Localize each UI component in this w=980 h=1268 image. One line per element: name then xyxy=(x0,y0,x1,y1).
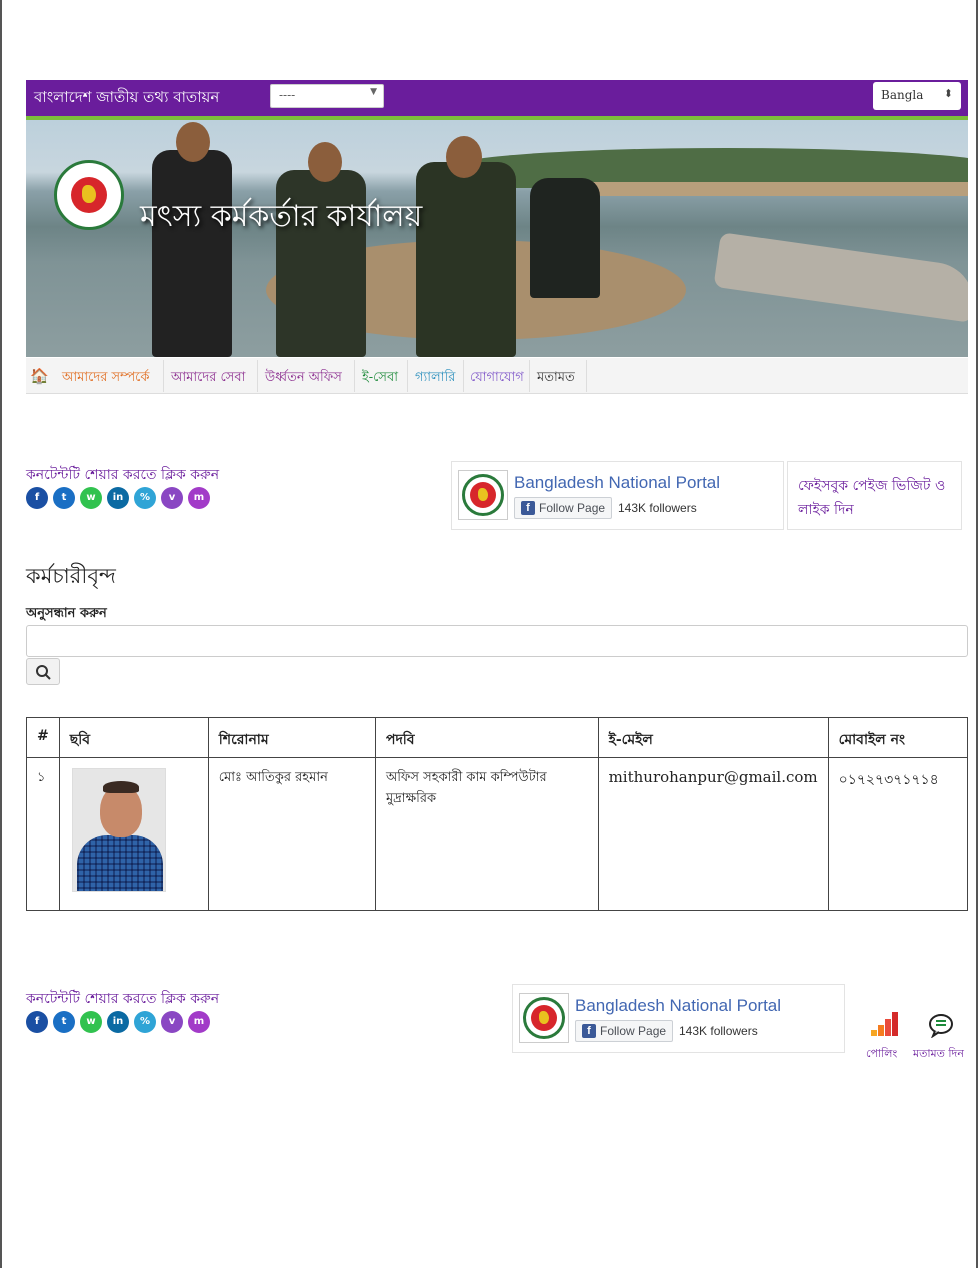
viber-icon[interactable]: v xyxy=(161,1011,183,1033)
poll-link[interactable]: পোলিং xyxy=(866,1045,897,1064)
followers-count: 143K followers xyxy=(618,501,697,515)
chevron-down-icon: ▼ xyxy=(370,87,377,97)
row-designation: অফিস সহকারী কাম কম্পিউটার মুদ্রাক্ষরিক xyxy=(374,757,599,911)
row-email[interactable]: mithurohanpur@gmail.com xyxy=(597,757,829,911)
table-header-row: # ছবি শিরোনাম পদবি ই-মেইল মোবাইল নং xyxy=(26,717,969,758)
portal-logo xyxy=(458,470,508,520)
home-icon[interactable]: 🏠 xyxy=(30,367,49,385)
government-emblem-logo xyxy=(54,160,124,230)
column-header-email: ই-মেইল xyxy=(597,717,829,758)
column-header-mobile: মোবাইল নং xyxy=(827,717,969,758)
nav-item-services[interactable]: আমাদের সেবা xyxy=(171,358,245,394)
row-photo-cell xyxy=(58,757,209,911)
language-select[interactable]: Bangla ⬍ xyxy=(873,82,961,110)
twitter-icon[interactable]: t xyxy=(53,1011,75,1033)
window-border-left xyxy=(0,0,2,1268)
column-header-designation: পদবি xyxy=(374,717,599,758)
window-border-right xyxy=(976,0,978,1268)
portal-site-select[interactable]: ---- ▼ xyxy=(270,84,384,108)
facebook-page-name-bottom[interactable]: Bangladesh National Portal xyxy=(575,996,781,1016)
nav-item-higher-office[interactable]: উর্ধ্বতন অফিস xyxy=(265,358,342,394)
viber-icon[interactable]: v xyxy=(161,487,183,509)
feedback-link[interactable]: মতামত দিন xyxy=(913,1045,964,1064)
nav-item-about[interactable]: আমাদের সম্পর্কে xyxy=(62,358,149,394)
staff-photo[interactable] xyxy=(71,768,166,892)
messenger-icon[interactable]: m xyxy=(188,1011,210,1033)
facebook-icon: f xyxy=(582,1024,596,1038)
column-header-photo: ছবি xyxy=(58,717,209,758)
column-header-name: শিরোনাম xyxy=(207,717,376,758)
facebook-page-name[interactable]: Bangladesh National Portal xyxy=(514,473,720,493)
follow-page-button[interactable]: f Follow Page xyxy=(514,497,613,519)
messenger-icon[interactable]: m xyxy=(188,487,210,509)
whatsapp-icon[interactable]: w xyxy=(80,1011,102,1033)
row-mobile: ০১৭২৭৩৭১৭১৪ xyxy=(827,757,969,911)
office-title: মৎস্য কর্মকর্তার কার্যালয় xyxy=(140,199,423,234)
facebook-icon: f xyxy=(521,501,535,515)
portal-select-value: ---- xyxy=(279,88,296,102)
nav-item-e-service[interactable]: ই-সেবা xyxy=(362,358,398,394)
search-icon xyxy=(36,665,51,680)
select-arrows-icon: ⬍ xyxy=(943,87,953,100)
link-icon[interactable]: % xyxy=(134,487,156,509)
follow-page-button-bottom[interactable]: f Follow Page xyxy=(575,1020,674,1042)
row-index: ১ xyxy=(26,757,60,911)
nav-item-contact[interactable]: যোগাযোগ xyxy=(470,358,524,394)
comment-icon[interactable] xyxy=(928,1012,954,1038)
twitter-icon[interactable]: t xyxy=(53,487,75,509)
followers-count-bottom: 143K followers xyxy=(679,1024,758,1038)
search-label: অনুসন্ধান করুন xyxy=(26,606,107,621)
row-name: মোঃ আতিকুর রহমান xyxy=(207,757,376,911)
poll-bar-chart-icon[interactable] xyxy=(871,1012,899,1036)
search-input[interactable] xyxy=(26,625,968,657)
whatsapp-icon[interactable]: w xyxy=(80,487,102,509)
follow-page-label: Follow Page xyxy=(539,501,606,515)
search-button[interactable] xyxy=(26,658,60,685)
page-title: কর্মচারীবৃন্দ xyxy=(26,564,116,588)
portal-logo-bottom xyxy=(519,993,569,1043)
staff-table: # ছবি শিরোনাম পদবি ই-মেইল মোবাইল নং ১ মো… xyxy=(26,717,969,911)
linkedin-icon[interactable]: in xyxy=(107,1011,129,1033)
share-title: কনটেন্টটি শেয়ার করতে ক্লিক করুন xyxy=(26,467,220,483)
facebook-visit-link[interactable]: ফেইসবুক পেইজ ভিজিট ও লাইক দিন xyxy=(787,461,962,530)
column-header-index: # xyxy=(26,717,60,758)
share-title-bottom: কনটেন্টটি শেয়ার করতে ক্লিক করুন xyxy=(26,991,220,1007)
facebook-icon[interactable]: f xyxy=(26,487,48,509)
language-select-value: Bangla xyxy=(881,88,924,102)
linkedin-icon[interactable]: in xyxy=(107,487,129,509)
link-icon[interactable]: % xyxy=(134,1011,156,1033)
nav-item-feedback[interactable]: মতামত xyxy=(537,358,575,394)
facebook-icon[interactable]: f xyxy=(26,1011,48,1033)
nav-item-gallery[interactable]: গ্যালারি xyxy=(415,358,455,394)
follow-page-label-bottom: Follow Page xyxy=(600,1024,667,1038)
portal-name: বাংলাদেশ জাতীয় তথ্য বাতায়ন xyxy=(34,88,220,106)
table-row: ১ মোঃ আতিকুর রহমান অফিস সহকারী কাম কম্পি… xyxy=(26,757,969,911)
